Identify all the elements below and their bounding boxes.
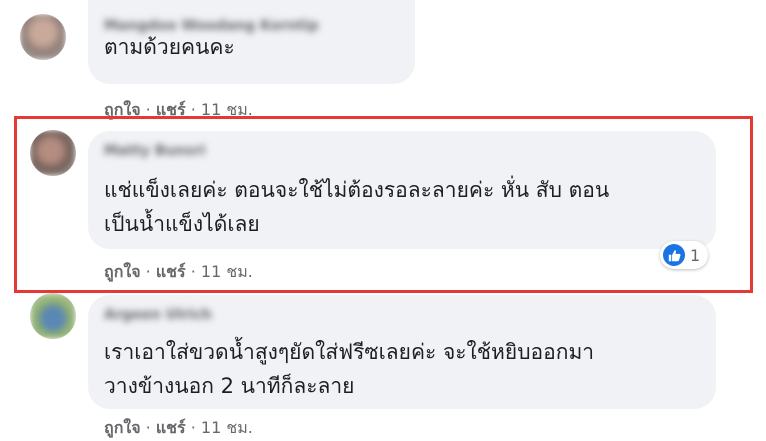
separator: · (145, 418, 151, 437)
highlight-frame (14, 116, 753, 293)
comment-bubble: Argeen Ulrich เราเอาใส่ขวดน้ำสูงๆยัดใส่ฟ… (88, 295, 716, 409)
comment-text: เราเอาใส่ขวดน้ำสูงๆยัดใส่ฟรีซเลยค่ะ จะใช… (104, 335, 594, 403)
comment-bubble: Mangdoo Woodang Korntip ตามด้วยคนคะ (88, 0, 415, 84)
comment-timestamp[interactable]: 11 ชม. (201, 418, 253, 437)
comment-author[interactable]: Argeen Ulrich (104, 307, 212, 325)
comment-text-line: วางข้างนอก 2 นาทีก็ละลาย (104, 374, 355, 398)
comment-actions: ถูกใจ · แชร์ · 11 ชม. (104, 416, 253, 441)
share-link[interactable]: แชร์ (156, 418, 186, 437)
avatar[interactable] (20, 14, 66, 60)
comment-text-line: ตามด้วยคนคะ (104, 35, 235, 59)
avatar[interactable] (30, 293, 76, 339)
separator: · (190, 418, 196, 437)
comment-text-line: เราเอาใส่ขวดน้ำสูงๆยัดใส่ฟรีซเลยค่ะ จะใช… (104, 340, 595, 364)
like-link[interactable]: ถูกใจ (104, 418, 141, 437)
comment-text: ตามด้วยคนคะ (104, 30, 235, 64)
